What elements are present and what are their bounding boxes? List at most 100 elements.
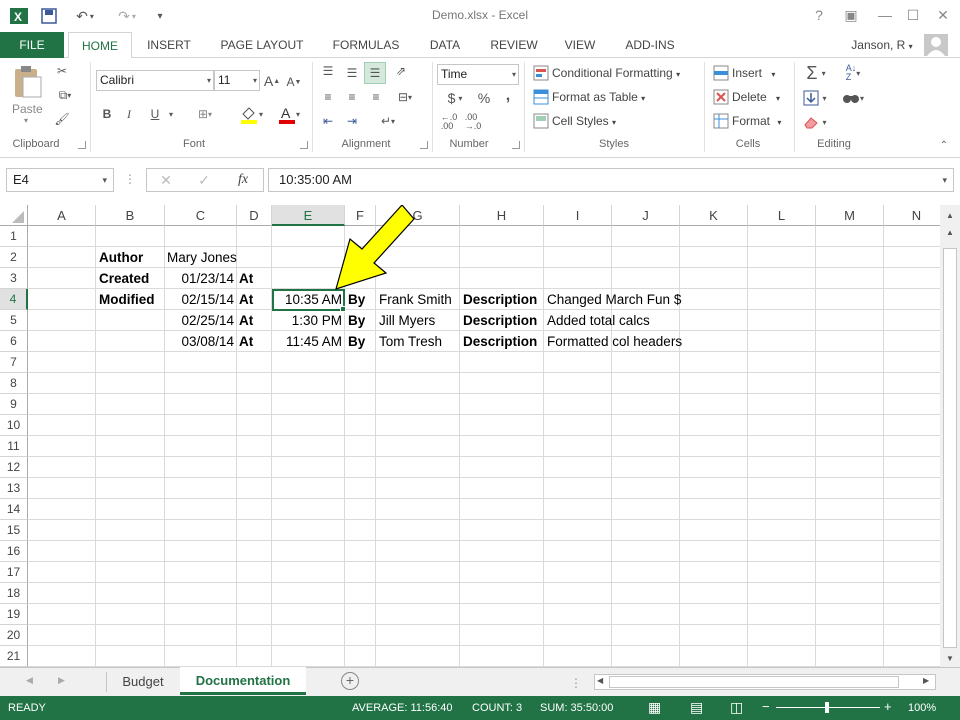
cell-i5[interactable]: Added total calcs (547, 310, 650, 331)
delete-cells-icon[interactable] (712, 88, 730, 106)
undo-icon[interactable]: ↶ ▾ (70, 6, 100, 26)
tab-insert[interactable]: INSERT (138, 32, 200, 58)
vertical-scroll-thumb[interactable] (943, 248, 957, 648)
row-header-9[interactable]: 9 (0, 394, 28, 415)
cell-h6[interactable]: Description (463, 331, 537, 352)
row-header-18[interactable]: 18 (0, 583, 28, 604)
cell-c3[interactable]: 01/23/14 (165, 268, 234, 289)
increase-decimal-icon[interactable]: ←.0.00 (438, 112, 460, 132)
next-sheet-icon[interactable]: ▶ (58, 675, 65, 686)
cell-d6[interactable]: At (239, 331, 253, 352)
number-launcher-icon[interactable] (512, 141, 520, 149)
delete-cells-button[interactable]: Delete ▾ (732, 90, 780, 104)
worksheet-grid[interactable]: ABCDEFGHIJKLMN 1 2 3 4 5 6 7 8 9 10 11 12 13 14 15 16 17… (0, 205, 940, 667)
column-header-d[interactable]: D (237, 205, 272, 226)
select-all-corner[interactable] (0, 205, 28, 226)
copy-icon[interactable]: ⧉ ▾ (52, 86, 78, 104)
increase-indent-icon[interactable]: ⇥ (342, 112, 362, 130)
autosum-icon[interactable]: Σ ▾ (800, 62, 832, 84)
format-as-table-button[interactable]: Format as Table ▾ (552, 90, 645, 104)
row-header-20[interactable]: 20 (0, 625, 28, 646)
vertical-scrollbar[interactable]: ▲ ▼ (940, 226, 960, 667)
row-header-3[interactable]: 3 (0, 268, 28, 289)
clipboard-launcher-icon[interactable] (78, 141, 86, 149)
zoom-slider-thumb[interactable] (825, 702, 829, 713)
scroll-up-icon[interactable]: ▲ (943, 228, 957, 237)
cancel-icon[interactable]: ✕ (156, 171, 176, 189)
column-header-b[interactable]: B (96, 205, 165, 226)
sort-filter-icon[interactable]: A↓ Z ▾ (838, 62, 868, 84)
tab-page-layout[interactable]: PAGE LAYOUT (212, 32, 312, 58)
cell-f5[interactable]: By (348, 310, 365, 331)
cell-styles-button[interactable]: Cell Styles ▾ (552, 114, 616, 128)
cell-e6[interactable]: 11:45 AM (272, 331, 342, 352)
row-header-19[interactable]: 19 (0, 604, 28, 625)
row-header-6[interactable]: 6 (0, 331, 28, 352)
cell-h5[interactable]: Description (463, 310, 537, 331)
row-header-10[interactable]: 10 (0, 415, 28, 436)
tab-data[interactable]: DATA (420, 32, 470, 58)
cell-d3[interactable]: At (239, 268, 253, 289)
normal-view-icon[interactable]: ▦ (648, 699, 661, 716)
decrease-decimal-icon[interactable]: .00 →.0 (462, 112, 484, 132)
user-name[interactable]: Janson, R ▾ (840, 32, 924, 58)
prev-sheet-icon[interactable]: ◀ (26, 675, 33, 686)
column-header-h[interactable]: H (460, 205, 544, 226)
row-header-12[interactable]: 12 (0, 457, 28, 478)
tab-review[interactable]: REVIEW (484, 32, 544, 58)
row-header-1[interactable]: 1 (0, 226, 28, 247)
cell-c4[interactable]: 02/15/14 (165, 289, 234, 310)
column-header-m[interactable]: M (816, 205, 884, 226)
underline-button[interactable]: U (146, 104, 164, 124)
cell-styles-icon[interactable] (532, 112, 550, 130)
ribbon-display-button[interactable]: ▣ (838, 4, 864, 26)
scroll-down-icon[interactable]: ▼ (943, 654, 957, 663)
tab-add-ins[interactable]: ADD-INS (616, 32, 684, 58)
cell-e5[interactable]: 1:30 PM (272, 310, 342, 331)
cell-g5[interactable]: Jill Myers (379, 310, 435, 331)
cell-i4[interactable]: Changed March Fun $ (547, 289, 681, 310)
paste-icon[interactable] (8, 64, 46, 100)
enter-icon[interactable]: ✓ (194, 171, 214, 189)
minimize-button[interactable]: — (872, 4, 898, 26)
collapse-ribbon-icon[interactable]: ⌃ (936, 138, 952, 152)
cell-b4[interactable]: Modified (99, 289, 155, 310)
customize-qat-icon[interactable]: ▾ (152, 6, 168, 26)
borders-icon[interactable]: ⊞ ▾ (190, 104, 220, 124)
shrink-font-icon[interactable]: A ▼ (286, 73, 302, 91)
page-layout-view-icon[interactable]: ▤ (690, 699, 703, 716)
sheet-tab-documentation[interactable]: Documentation (180, 667, 306, 695)
grow-font-icon[interactable]: A ▲ (264, 71, 280, 91)
format-cells-button[interactable]: Format ▾ (732, 114, 781, 128)
align-left-icon[interactable]: ≡ (318, 88, 338, 106)
alignment-launcher-icon[interactable] (420, 141, 428, 149)
page-break-view-icon[interactable]: ◫ (730, 699, 743, 716)
new-sheet-icon[interactable]: + (341, 672, 359, 690)
row-header-7[interactable]: 7 (0, 352, 28, 373)
row-header-4[interactable]: 4 (0, 289, 28, 310)
italic-button[interactable]: I (122, 104, 136, 124)
row-header-13[interactable]: 13 (0, 478, 28, 499)
insert-cells-icon[interactable] (712, 64, 730, 82)
maximize-button[interactable]: ☐ (900, 4, 926, 26)
status-average[interactable]: AVERAGE: 11:56:40 (352, 702, 452, 714)
tab-view[interactable]: VIEW (558, 32, 602, 58)
zoom-level[interactable]: 100% (908, 702, 936, 714)
merge-center-icon[interactable]: ⊟ ▾ (390, 88, 420, 106)
underline-dropdown-icon[interactable]: ▾ (166, 106, 176, 122)
fill-color-icon[interactable]: ▾ (234, 104, 268, 124)
status-count[interactable]: COUNT: 3 (472, 702, 522, 714)
cell-d4[interactable]: At (239, 289, 253, 310)
cell-h4[interactable]: Description (463, 289, 537, 310)
formula-bar-grip-icon[interactable]: ⋮ (124, 172, 136, 188)
tab-formulas[interactable]: FORMULAS (324, 32, 408, 58)
column-header-l[interactable]: L (748, 205, 816, 226)
comma-button[interactable]: , (500, 86, 516, 106)
bold-button[interactable]: B (100, 104, 114, 124)
number-format-select[interactable]: Time ▾ (437, 64, 519, 85)
help-button[interactable]: ? (806, 4, 832, 26)
cell-b2[interactable]: Author (99, 247, 143, 268)
cell-c6[interactable]: 03/08/14 (165, 331, 234, 352)
cell-c2[interactable]: Mary Jones (167, 247, 237, 268)
decrease-indent-icon[interactable]: ⇤ (318, 112, 338, 130)
